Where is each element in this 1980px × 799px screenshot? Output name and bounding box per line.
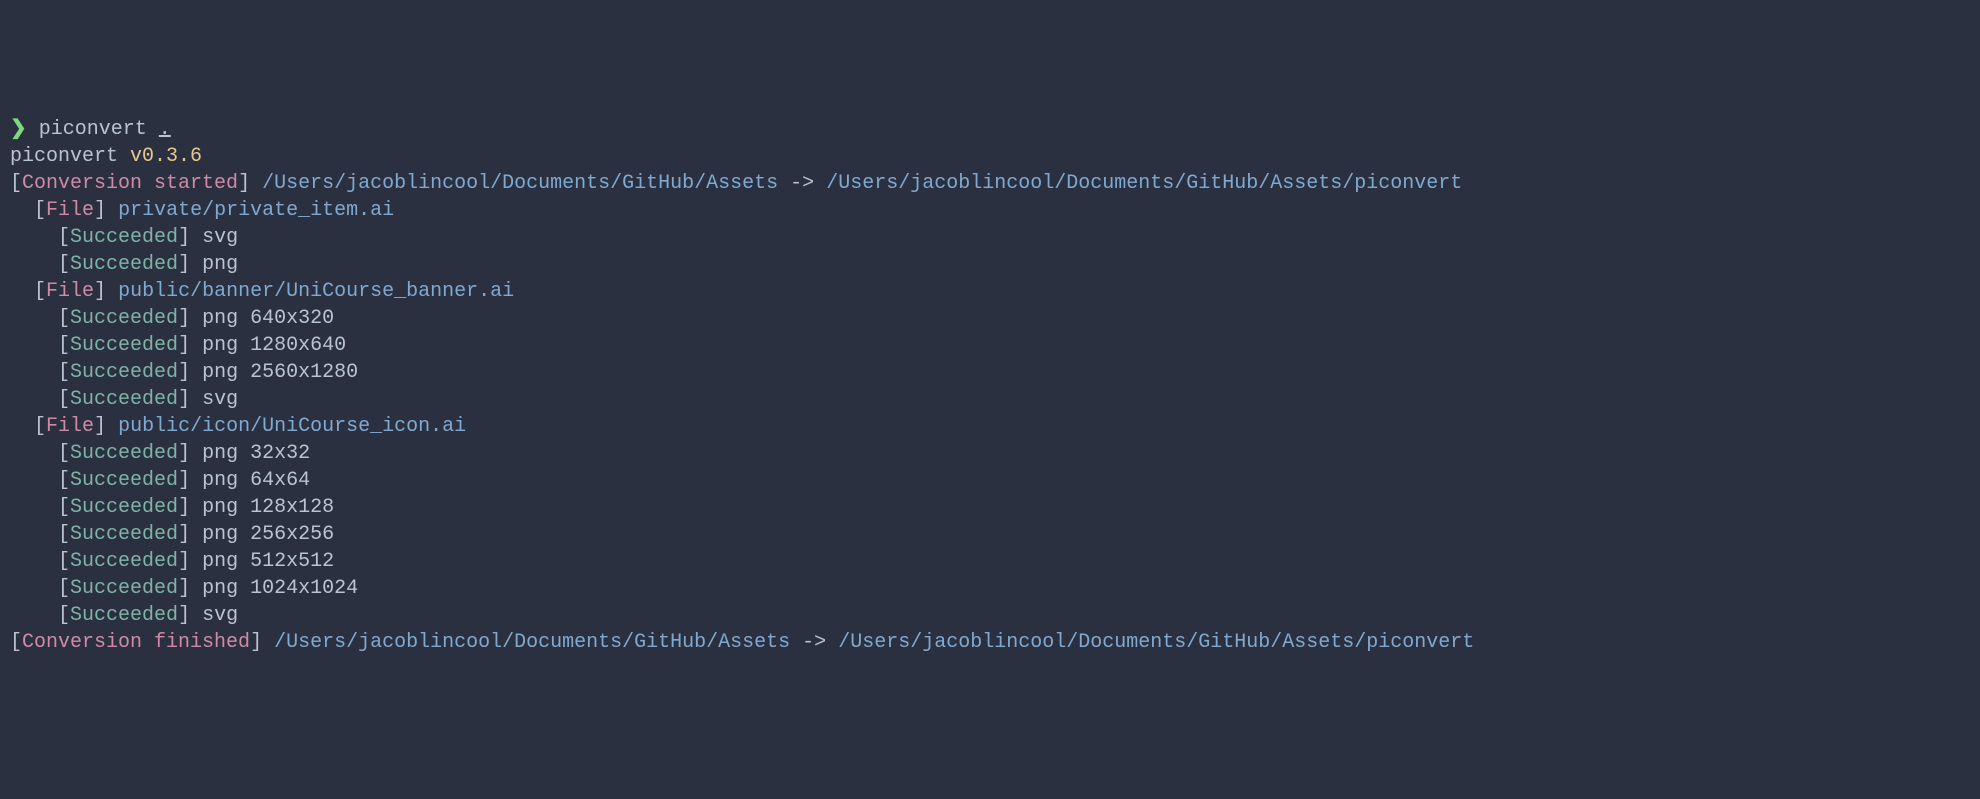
output-format: png (202, 253, 238, 276)
succeeded-label: Succeeded (70, 307, 178, 330)
succeeded-label: Succeeded (70, 361, 178, 384)
command-name: piconvert (27, 118, 159, 141)
arrow-icon: -> (790, 631, 838, 654)
terminal-line: ❯ piconvert . (10, 116, 1970, 143)
terminal-line: [Succeeded] png 256x256 (10, 521, 1970, 548)
file-label: File (46, 199, 94, 222)
terminal-line: [Succeeded] svg (10, 602, 1970, 629)
arrow-icon: -> (778, 172, 826, 195)
output-format: png 32x32 (202, 442, 310, 465)
output-format: png 128x128 (202, 496, 334, 519)
terminal-line: [Succeeded] png 640x320 (10, 305, 1970, 332)
terminal-output: ❯ piconvert .piconvert v0.3.6[Conversion… (10, 116, 1970, 656)
terminal-line: [Conversion started] /Users/jacoblincool… (10, 170, 1970, 197)
terminal-line: [Succeeded] png 1024x1024 (10, 575, 1970, 602)
source-path: /Users/jacoblincool/Documents/GitHub/Ass… (262, 172, 778, 195)
succeeded-label: Succeeded (70, 523, 178, 546)
terminal-line: [Succeeded] png 128x128 (10, 494, 1970, 521)
succeeded-label: Succeeded (70, 577, 178, 600)
source-path: /Users/jacoblincool/Documents/GitHub/Ass… (274, 631, 790, 654)
succeeded-label: Succeeded (70, 226, 178, 249)
terminal-line: [Conversion finished] /Users/jacoblincoo… (10, 629, 1970, 656)
succeeded-label: Succeeded (70, 496, 178, 519)
terminal-line: [File] public/banner/UniCourse_banner.ai (10, 278, 1970, 305)
terminal-line: [Succeeded] svg (10, 224, 1970, 251)
output-format: png 64x64 (202, 469, 310, 492)
succeeded-label: Succeeded (70, 469, 178, 492)
program-version: v0.3.6 (130, 145, 202, 168)
file-label: File (46, 280, 94, 303)
command-arg: . (159, 118, 171, 141)
terminal-line: [Succeeded] png 1280x640 (10, 332, 1970, 359)
file-path: public/icon/UniCourse_icon.ai (118, 415, 466, 438)
terminal-line: [Succeeded] svg (10, 386, 1970, 413)
file-path: public/banner/UniCourse_banner.ai (118, 280, 514, 303)
output-format: png 256x256 (202, 523, 334, 546)
output-format: png 512x512 (202, 550, 334, 573)
terminal-line: [Succeeded] png (10, 251, 1970, 278)
succeeded-label: Succeeded (70, 253, 178, 276)
terminal-line: [File] private/private_item.ai (10, 197, 1970, 224)
program-name: piconvert (10, 145, 130, 168)
succeeded-label: Succeeded (70, 334, 178, 357)
terminal-line: [Succeeded] png 64x64 (10, 467, 1970, 494)
conversion-finished-label: Conversion finished (22, 631, 250, 654)
prompt-symbol: ❯ (10, 118, 27, 141)
succeeded-label: Succeeded (70, 604, 178, 627)
output-format: svg (202, 226, 238, 249)
succeeded-label: Succeeded (70, 442, 178, 465)
terminal-line: [Succeeded] png 32x32 (10, 440, 1970, 467)
output-format: png 640x320 (202, 307, 334, 330)
succeeded-label: Succeeded (70, 388, 178, 411)
destination-path: /Users/jacoblincool/Documents/GitHub/Ass… (838, 631, 1474, 654)
output-format: png 2560x1280 (202, 361, 358, 384)
succeeded-label: Succeeded (70, 550, 178, 573)
terminal-line: piconvert v0.3.6 (10, 143, 1970, 170)
terminal-line: [Succeeded] png 512x512 (10, 548, 1970, 575)
output-format: svg (202, 604, 238, 627)
output-format: svg (202, 388, 238, 411)
file-path: private/private_item.ai (118, 199, 394, 222)
terminal-line: [File] public/icon/UniCourse_icon.ai (10, 413, 1970, 440)
output-format: png 1280x640 (202, 334, 346, 357)
destination-path: /Users/jacoblincool/Documents/GitHub/Ass… (826, 172, 1462, 195)
conversion-started-label: Conversion started (22, 172, 238, 195)
terminal-line: [Succeeded] png 2560x1280 (10, 359, 1970, 386)
output-format: png 1024x1024 (202, 577, 358, 600)
file-label: File (46, 415, 94, 438)
